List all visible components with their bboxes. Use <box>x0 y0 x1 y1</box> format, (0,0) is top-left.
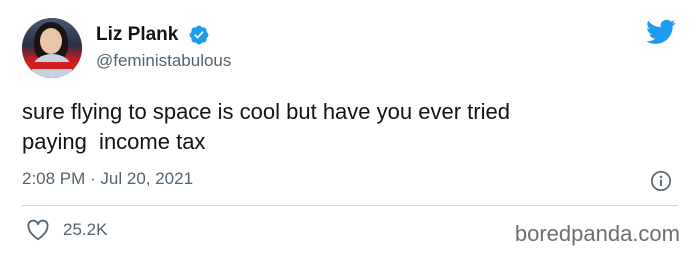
verified-badge-icon <box>189 25 209 45</box>
tweet-timestamp[interactable]: 2:08 PM · Jul 20, 2021 <box>22 169 193 189</box>
divider <box>22 205 678 206</box>
display-name[interactable]: Liz Plank <box>96 24 178 46</box>
like-count: 25.2K <box>63 220 108 239</box>
tweet-text: sure flying to space is cool but have yo… <box>22 99 510 154</box>
avatar-face <box>40 28 62 54</box>
tweet-time: 2:08 PM <box>22 169 86 188</box>
avatar[interactable] <box>22 18 82 78</box>
timestamp-separator: · <box>85 169 101 188</box>
info-icon[interactable] <box>650 170 672 192</box>
twitter-bird-icon[interactable] <box>646 19 676 45</box>
tweet-date: Jul 20, 2021 <box>100 169 194 188</box>
avatar-news-ticker <box>22 62 82 69</box>
heart-icon[interactable] <box>26 219 50 241</box>
watermark: boredpanda.com <box>514 221 680 246</box>
user-handle[interactable]: @feministabulous <box>96 51 231 71</box>
